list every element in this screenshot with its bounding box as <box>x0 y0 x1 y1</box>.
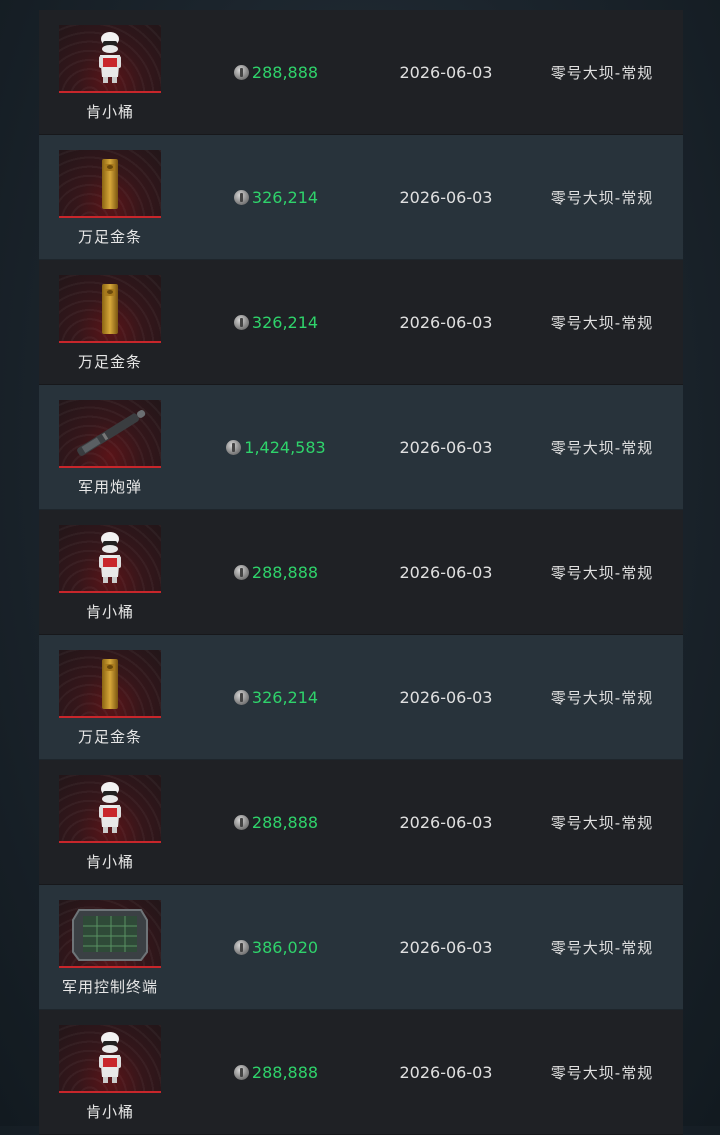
item-name: 军用控制终端 <box>61 977 158 996</box>
item-cell: 万足金条 <box>39 148 181 247</box>
list-item[interactable]: 军用炮弹 1,424,583 2026-06-03 零号大坝-常规 <box>39 385 683 510</box>
item-thumbnail[interactable] <box>59 149 161 218</box>
item-price: 326,214 <box>251 687 319 707</box>
item-name: 军用炮弹 <box>77 477 142 496</box>
item-cell: 肯小桶 <box>39 1023 181 1122</box>
item-price: 326,214 <box>251 312 319 332</box>
list-item[interactable]: 肯小桶 288,888 2026-06-03 零号大坝-常规 <box>39 10 683 135</box>
item-map: 零号大坝-常规 <box>550 63 654 82</box>
price-cell: 326,214 <box>181 688 371 707</box>
item-date: 2026-06-03 <box>399 562 493 582</box>
loot-record-list: 肯小桶 288,888 2026-06-03 零号大坝-常规 万足金条 326,… <box>39 10 683 1135</box>
item-name: 万足金条 <box>77 227 142 246</box>
coin-icon <box>233 1064 249 1080</box>
item-map: 零号大坝-常规 <box>550 1063 654 1082</box>
item-thumbnail[interactable] <box>59 399 161 468</box>
price-cell: 1,424,583 <box>181 438 371 457</box>
item-price: 1,424,583 <box>244 437 326 457</box>
item-thumbnail[interactable] <box>59 1024 161 1093</box>
item-map: 零号大坝-常规 <box>550 438 654 457</box>
coin-icon <box>233 814 249 830</box>
item-price: 288,888 <box>251 62 319 82</box>
item-date: 2026-06-03 <box>399 437 493 457</box>
price-cell: 288,888 <box>181 63 371 82</box>
item-name: 肯小桶 <box>85 1102 134 1121</box>
item-price: 326,214 <box>251 187 319 207</box>
price-cell: 288,888 <box>181 563 371 582</box>
item-date: 2026-06-03 <box>399 812 493 832</box>
item-price: 288,888 <box>251 1062 319 1082</box>
list-item[interactable]: 万足金条 326,214 2026-06-03 零号大坝-常规 <box>39 635 683 760</box>
item-date: 2026-06-03 <box>399 937 493 957</box>
item-name: 肯小桶 <box>85 602 134 621</box>
item-date: 2026-06-03 <box>399 187 493 207</box>
coin-icon <box>233 564 249 580</box>
item-thumbnail[interactable] <box>59 524 161 593</box>
item-thumbnail[interactable] <box>59 649 161 718</box>
item-date: 2026-06-03 <box>399 312 493 332</box>
item-cell: 万足金条 <box>39 648 181 747</box>
coin-icon <box>233 939 249 955</box>
coin-icon <box>233 314 249 330</box>
list-item[interactable]: 万足金条 326,214 2026-06-03 零号大坝-常规 <box>39 260 683 385</box>
price-cell: 288,888 <box>181 813 371 832</box>
list-item[interactable]: 肯小桶 288,888 2026-06-03 零号大坝-常规 <box>39 1010 683 1135</box>
item-name: 万足金条 <box>77 727 142 746</box>
list-item[interactable]: 万足金条 326,214 2026-06-03 零号大坝-常规 <box>39 135 683 260</box>
item-thumbnail[interactable] <box>59 899 161 968</box>
item-thumbnail[interactable] <box>59 274 161 343</box>
coin-icon <box>233 64 249 80</box>
list-item[interactable]: 肯小桶 288,888 2026-06-03 零号大坝-常规 <box>39 510 683 635</box>
item-name: 肯小桶 <box>85 852 134 871</box>
price-cell: 326,214 <box>181 313 371 332</box>
price-cell: 386,020 <box>181 938 371 957</box>
price-cell: 326,214 <box>181 188 371 207</box>
item-map: 零号大坝-常规 <box>550 688 654 707</box>
item-price: 288,888 <box>251 562 319 582</box>
coin-icon <box>233 189 249 205</box>
item-name: 肯小桶 <box>85 102 134 121</box>
item-date: 2026-06-03 <box>399 687 493 707</box>
item-price: 288,888 <box>251 812 319 832</box>
item-cell: 肯小桶 <box>39 773 181 872</box>
list-item[interactable]: 肯小桶 288,888 2026-06-03 零号大坝-常规 <box>39 760 683 885</box>
item-cell: 军用炮弹 <box>39 398 181 497</box>
coin-icon <box>226 439 242 455</box>
item-thumbnail[interactable] <box>59 774 161 843</box>
item-map: 零号大坝-常规 <box>550 313 654 332</box>
item-map: 零号大坝-常规 <box>550 563 654 582</box>
item-date: 2026-06-03 <box>399 1062 493 1082</box>
item-price: 386,020 <box>251 937 319 957</box>
item-map: 零号大坝-常规 <box>550 813 654 832</box>
coin-icon <box>233 689 249 705</box>
item-map: 零号大坝-常规 <box>550 188 654 207</box>
item-map: 零号大坝-常规 <box>550 938 654 957</box>
rows-container: 肯小桶 288,888 2026-06-03 零号大坝-常规 万足金条 326,… <box>39 10 683 1135</box>
price-cell: 288,888 <box>181 1063 371 1082</box>
list-item[interactable]: 军用控制终端 386,020 2026-06-03 零号大坝-常规 <box>39 885 683 1010</box>
item-thumbnail[interactable] <box>59 24 161 93</box>
item-name: 万足金条 <box>77 352 142 371</box>
item-cell: 军用控制终端 <box>39 898 181 997</box>
item-cell: 万足金条 <box>39 273 181 372</box>
item-cell: 肯小桶 <box>39 523 181 622</box>
item-date: 2026-06-03 <box>399 62 493 82</box>
item-cell: 肯小桶 <box>39 23 181 122</box>
